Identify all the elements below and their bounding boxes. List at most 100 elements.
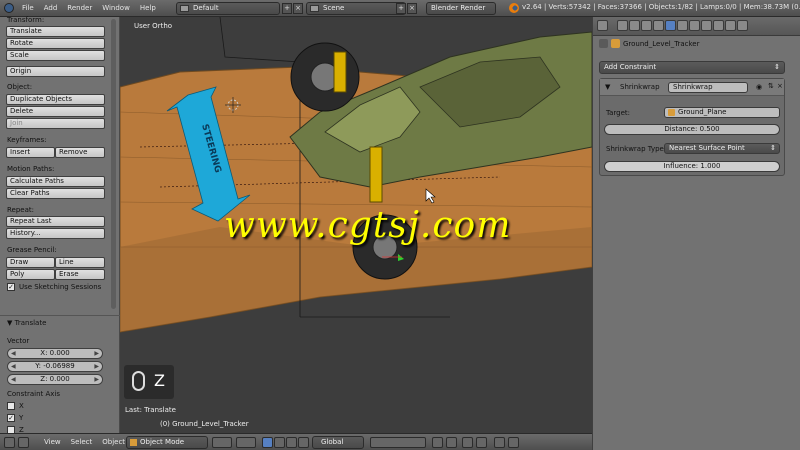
translate-button[interactable]: Translate bbox=[6, 26, 105, 37]
orientation-value: Global bbox=[321, 438, 344, 446]
menu-select[interactable]: Select bbox=[71, 438, 93, 446]
snap-element-icon[interactable] bbox=[476, 437, 487, 448]
blender-menu-icon[interactable] bbox=[4, 3, 14, 13]
delete-constraint-icon[interactable]: × bbox=[777, 82, 783, 90]
vector-z-field[interactable]: ◀ Z: 0.000 ▶ bbox=[7, 374, 103, 385]
lock-camera-icon[interactable] bbox=[432, 437, 443, 448]
menu-object[interactable]: Object bbox=[102, 438, 125, 446]
menu-add[interactable]: Add bbox=[44, 4, 58, 12]
world-tab-icon[interactable] bbox=[641, 20, 652, 31]
menu-collapse-icon[interactable] bbox=[18, 437, 29, 448]
rotate-button[interactable]: Rotate bbox=[6, 38, 105, 49]
scale-manipulator-icon[interactable] bbox=[298, 437, 309, 448]
suspension-spring bbox=[369, 146, 383, 203]
erase-button[interactable]: Erase bbox=[55, 269, 105, 280]
collapse-icon[interactable]: ▼ bbox=[605, 83, 610, 91]
target-field[interactable]: Ground_Plane bbox=[664, 107, 780, 118]
menu-view[interactable]: View bbox=[44, 438, 61, 446]
scene-selector[interactable]: Scene bbox=[306, 2, 406, 15]
visibility-eye-icon[interactable]: ◉ bbox=[756, 83, 762, 91]
constraint-name-field[interactable]: Shrinkwrap bbox=[668, 82, 748, 93]
manipulator-toggle-icon[interactable] bbox=[262, 437, 273, 448]
operator-title: Translate bbox=[14, 319, 47, 327]
render-preview-icon[interactable] bbox=[494, 437, 505, 448]
vector-x-field[interactable]: ◀ X: 0.000 ▶ bbox=[7, 348, 103, 359]
proportional-edit-icon[interactable] bbox=[446, 437, 457, 448]
draw-button[interactable]: Draw bbox=[6, 257, 55, 268]
dropdown-arrow-icon: ⇕ bbox=[770, 144, 776, 152]
add-constraint-dropdown[interactable]: Add Constraint ⇕ bbox=[599, 61, 785, 74]
viewport-shading-icon[interactable] bbox=[212, 437, 232, 448]
render-engine-name: Blender Render bbox=[431, 4, 486, 12]
history-button[interactable]: History... bbox=[6, 228, 105, 239]
layout-selector[interactable]: Default bbox=[176, 2, 280, 15]
rotate-manipulator-icon[interactable] bbox=[286, 437, 297, 448]
clear-paths-button[interactable]: Clear Paths bbox=[6, 188, 105, 199]
shrinkwrap-type-label: Shrinkwrap Type: bbox=[606, 145, 667, 153]
insert-keyframe-button[interactable]: Insert bbox=[6, 147, 55, 158]
calculate-paths-button[interactable]: Calculate Paths bbox=[6, 176, 105, 187]
object-tab-icon[interactable] bbox=[653, 20, 664, 31]
menu-window[interactable]: Window bbox=[102, 4, 130, 12]
operator-panel-header[interactable]: ▼ Translate bbox=[7, 319, 46, 327]
origin-button[interactable]: Origin bbox=[6, 66, 105, 77]
pin-icon[interactable] bbox=[599, 39, 608, 48]
properties-panel: Ground_Level_Tracker Add Constraint ⇕ ▼ … bbox=[592, 17, 800, 450]
menu-help[interactable]: Help bbox=[140, 4, 156, 12]
blender-logo-icon bbox=[509, 3, 519, 13]
editor-type-icon[interactable] bbox=[597, 20, 608, 31]
sketching-sessions-checkbox[interactable]: ✓ bbox=[7, 283, 15, 291]
top-menu-bar: File Add Render Window Help Default + × … bbox=[0, 0, 800, 17]
scale-button[interactable]: Scale bbox=[6, 50, 105, 61]
axis-x-label: X bbox=[19, 402, 24, 410]
axis-x-checkbox[interactable] bbox=[7, 402, 15, 410]
poly-button[interactable]: Poly bbox=[6, 269, 55, 280]
render-engine-selector[interactable]: Blender Render bbox=[426, 2, 496, 15]
keyframes-header: Keyframes: bbox=[7, 136, 47, 144]
operator-divider bbox=[0, 315, 120, 316]
physics-tab-icon[interactable] bbox=[737, 20, 748, 31]
tool-shelf: Transform: Translate Rotate Scale Origin… bbox=[0, 16, 120, 434]
mode-selector[interactable]: Object Mode bbox=[126, 436, 208, 449]
render-animation-icon[interactable] bbox=[508, 437, 519, 448]
distance-value: Distance: 0.500 bbox=[664, 125, 720, 133]
data-tab-icon[interactable] bbox=[689, 20, 700, 31]
translate-manipulator-icon[interactable] bbox=[274, 437, 285, 448]
transform-orientation-selector[interactable]: Global bbox=[312, 436, 364, 449]
scene-close-button[interactable]: × bbox=[407, 3, 417, 14]
dropdown-arrow-icon: ⇕ bbox=[774, 63, 780, 71]
distance-field[interactable]: Distance: 0.500 bbox=[604, 124, 780, 135]
layers-grid-icon[interactable] bbox=[370, 437, 426, 448]
pivot-point-icon[interactable] bbox=[236, 437, 256, 448]
influence-slider[interactable]: Influence: 1.000 bbox=[604, 161, 780, 172]
tool-shelf-scrollbar[interactable] bbox=[111, 19, 116, 309]
repeat-header: Repeat: bbox=[7, 206, 34, 214]
texture-tab-icon[interactable] bbox=[713, 20, 724, 31]
duplicate-objects-button[interactable]: Duplicate Objects bbox=[6, 94, 105, 105]
layout-add-button[interactable]: + bbox=[282, 3, 292, 14]
constraints-tab-icon[interactable] bbox=[665, 20, 676, 31]
snap-icon[interactable] bbox=[462, 437, 473, 448]
render-tab-icon[interactable] bbox=[617, 20, 628, 31]
modifiers-tab-icon[interactable] bbox=[677, 20, 688, 31]
shrinkwrap-type-dropdown[interactable]: Nearest Surface Point ⇕ bbox=[664, 143, 780, 154]
editor-type-icon[interactable] bbox=[4, 437, 15, 448]
remove-keyframe-button[interactable]: Remove bbox=[55, 147, 105, 158]
vector-y-field[interactable]: ◀ Y: -0.06989 ▶ bbox=[7, 361, 103, 372]
menu-render[interactable]: Render bbox=[67, 4, 92, 12]
menu-file[interactable]: File bbox=[22, 4, 34, 12]
scene-add-button[interactable]: + bbox=[396, 3, 406, 14]
layout-close-button[interactable]: × bbox=[293, 3, 303, 14]
scene-tab-icon[interactable] bbox=[629, 20, 640, 31]
join-button[interactable]: Join bbox=[6, 118, 105, 129]
line-button[interactable]: Line bbox=[55, 257, 105, 268]
breadcrumb: Ground_Level_Tracker bbox=[599, 39, 699, 48]
move-arrows-icon[interactable]: ⇅ bbox=[768, 82, 774, 90]
repeat-last-button[interactable]: Repeat Last bbox=[6, 216, 105, 227]
3d-viewport[interactable]: STEERING User Ortho www.cgtsj.com Z Last… bbox=[120, 17, 592, 433]
material-tab-icon[interactable] bbox=[701, 20, 712, 31]
delete-button[interactable]: Delete bbox=[6, 106, 105, 117]
axis-y-checkbox[interactable]: ✓ bbox=[7, 414, 15, 422]
particles-tab-icon[interactable] bbox=[725, 20, 736, 31]
object-icon bbox=[611, 39, 620, 48]
